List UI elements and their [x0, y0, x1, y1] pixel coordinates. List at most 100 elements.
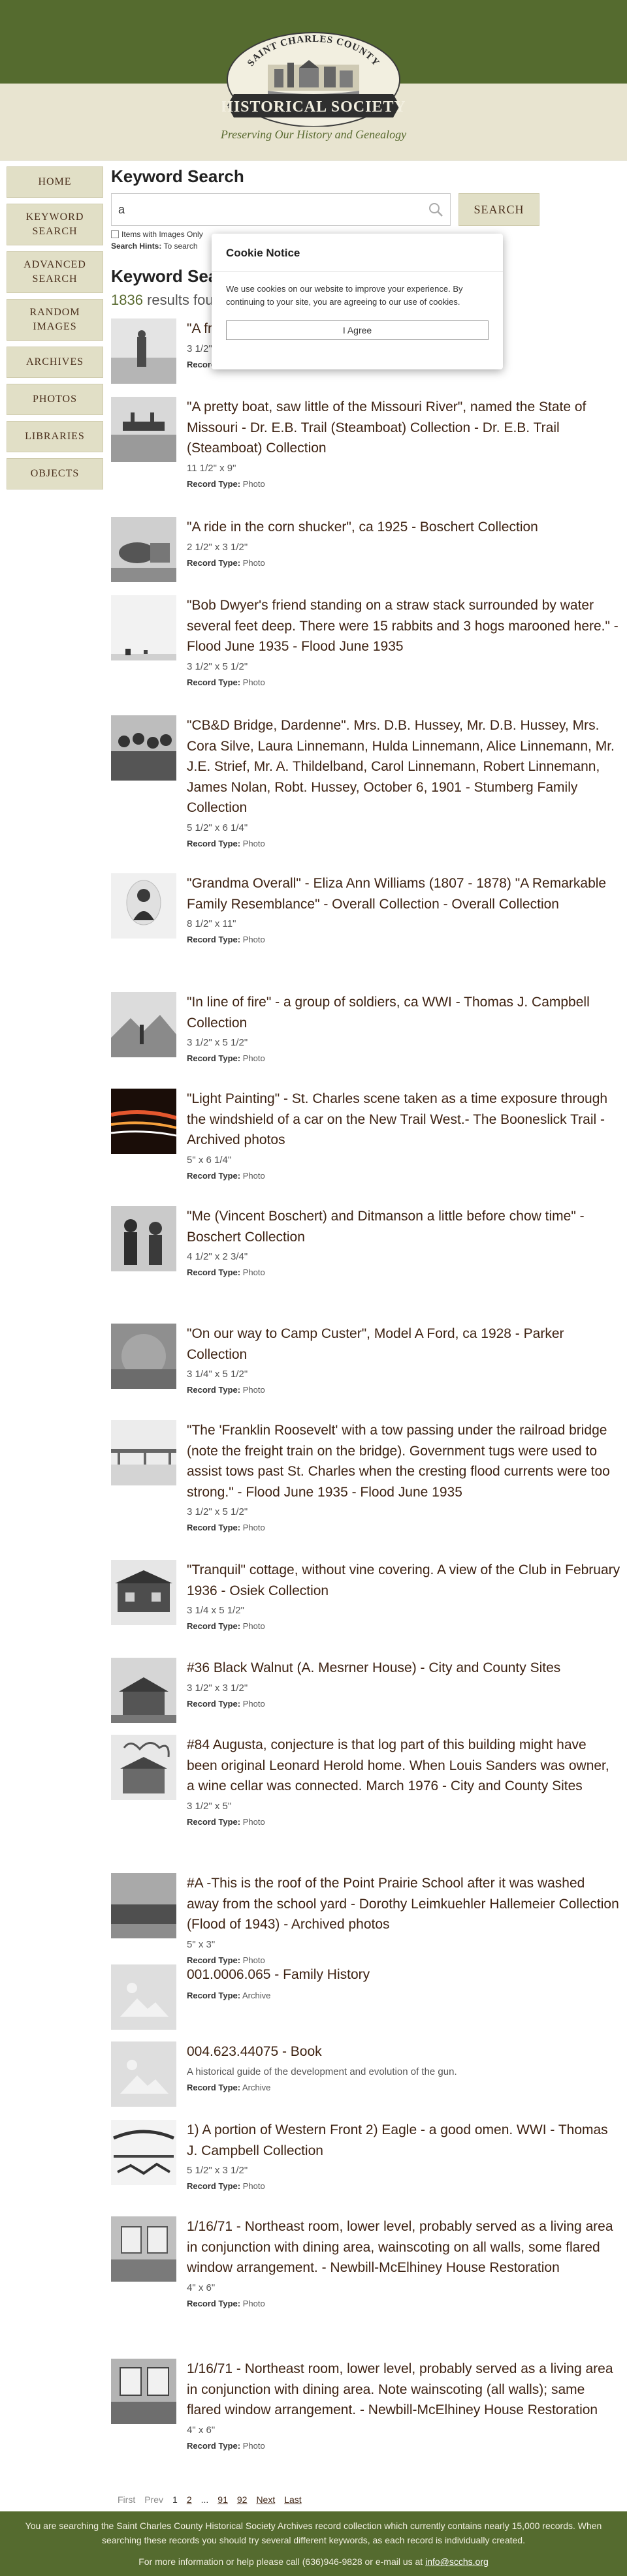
result-thumbnail[interactable] — [111, 873, 176, 939]
record-type-label: Record Type: — [187, 1267, 241, 1277]
record-type-value: Photo — [242, 2440, 265, 2451]
pagination-ellipsis: ... — [201, 2494, 209, 2505]
sidebar-nav: HOME KEYWORD SEARCH ADVANCED SEARCH RAND… — [7, 166, 103, 495]
pagination-last[interactable]: Last — [284, 2494, 301, 2505]
record-type-label: Record Type: — [187, 1053, 241, 1063]
result-thumbnail[interactable] — [111, 1658, 176, 1723]
cookie-notice-title: Cookie Notice — [226, 247, 300, 259]
record-type-label: Record Type: — [187, 2082, 241, 2092]
result-title[interactable]: "A ride in the corn shucker", ca 1925 - … — [187, 517, 620, 538]
result-title[interactable]: 001.0006.065 - Family History — [187, 1964, 620, 1985]
record-type-label: Record Type: — [187, 557, 241, 568]
result-size: 4 1/2" x 2 3/4" — [187, 1251, 248, 1262]
result-title[interactable]: "The 'Franklin Roosevelt' with a tow pas… — [187, 1420, 620, 1502]
result-thumbnail[interactable] — [111, 1206, 176, 1271]
footer-info-text: You are searching the Saint Charles Coun… — [25, 2521, 602, 2545]
sidebar-item-libraries[interactable]: LIBRARIES — [7, 421, 103, 452]
footer-contact-text: For more information or help please call… — [138, 2556, 423, 2568]
result-thumbnail[interactable] — [111, 1873, 176, 1938]
result-description: A historical guide of the development an… — [187, 2066, 457, 2077]
result-record-type: Record Type: Photo — [187, 2181, 620, 2191]
pagination-next[interactable]: Next — [256, 2494, 275, 2505]
images-only-label: Items with Images Only — [121, 230, 203, 239]
result-thumbnail[interactable] — [111, 2216, 176, 2282]
record-type-value: Photo — [242, 2181, 265, 2191]
result-title[interactable]: #36 Black Walnut (A. Mesrner House) - Ci… — [187, 1658, 620, 1679]
sidebar-item-advanced-search[interactable]: ADVANCED SEARCH — [7, 251, 103, 293]
result-size: 5" x 6 1/4" — [187, 1154, 232, 1166]
record-type-label: Record Type: — [187, 935, 241, 944]
sidebar-item-random-images[interactable]: RANDOM IMAGES — [7, 299, 103, 341]
result-title[interactable]: "Bob Dwyer's friend standing on a straw … — [187, 595, 620, 657]
search-icon[interactable] — [428, 202, 443, 221]
result-title[interactable]: "In line of fire" - a group of soldiers,… — [187, 992, 620, 1033]
result-thumbnail[interactable] — [111, 1089, 176, 1154]
footer-email-link[interactable]: info@scchs.org — [425, 2556, 489, 2567]
result-thumbnail[interactable] — [111, 1420, 176, 1485]
result-title[interactable]: 1/16/71 - Northeast room, lower level, p… — [187, 2359, 620, 2421]
result-title[interactable]: 004.623.44075 - Book — [187, 2041, 620, 2062]
pagination-page[interactable]: 92 — [237, 2494, 248, 2505]
image-placeholder-icon — [111, 1964, 176, 2030]
result-record-type: Record Type: Archive — [187, 2083, 620, 2092]
search-hints-text: To search — [163, 241, 198, 251]
result-thumbnail[interactable] — [111, 2120, 176, 2185]
result-record-type: Record Type: Photo — [187, 1621, 620, 1631]
result-thumbnail[interactable] — [111, 2359, 176, 2424]
result-size: 3 1/2" x 5 1/2" — [187, 660, 248, 672]
result-thumbnail[interactable] — [111, 517, 176, 582]
sidebar-item-photos[interactable]: PHOTOS — [7, 384, 103, 415]
result-thumbnail[interactable] — [111, 595, 176, 660]
result-record-type: Record Type: Photo — [187, 2441, 620, 2451]
pagination-page[interactable]: 91 — [217, 2494, 228, 2505]
record-type-value: Photo — [242, 478, 265, 489]
result-record-type: Record Type: Photo — [187, 1817, 620, 1827]
pagination-prev[interactable]: Prev — [144, 2494, 163, 2505]
result-record-type: Record Type: Photo — [187, 479, 620, 489]
record-type-label: Record Type: — [187, 2440, 241, 2451]
cookie-agree-button[interactable]: I Agree — [226, 320, 489, 341]
sidebar-item-keyword-search[interactable]: KEYWORD SEARCH — [7, 204, 103, 245]
result-size: 3 1/2" x 3 1/2" — [187, 1682, 248, 1694]
record-type-value: Photo — [242, 1170, 265, 1181]
result-title[interactable]: #A -This is the roof of the Point Prairi… — [187, 1873, 620, 1935]
sidebar-item-home[interactable]: HOME — [7, 166, 103, 198]
result-title[interactable]: "Light Painting" - St. Charles scene tak… — [187, 1089, 620, 1151]
result-title[interactable]: #84 Augusta, conjecture is that log part… — [187, 1735, 620, 1797]
record-type-label: Record Type: — [187, 1698, 241, 1709]
record-type-label: Record Type: — [187, 1170, 241, 1181]
pagination-first[interactable]: First — [118, 2494, 135, 2505]
result-title[interactable]: "Tranquil" cottage, without vine coverin… — [187, 1560, 620, 1601]
result-title[interactable]: "Me (Vincent Boschert) and Ditmanson a l… — [187, 1206, 620, 1247]
record-type-value: Photo — [242, 1816, 265, 1827]
result-thumbnail[interactable] — [111, 1735, 176, 1800]
result-title[interactable]: "On our way to Camp Custer", Model A For… — [187, 1324, 620, 1365]
sidebar-item-archives[interactable]: ARCHIVES — [7, 347, 103, 378]
search-input[interactable] — [112, 194, 450, 225]
search-button[interactable]: SEARCH — [458, 193, 539, 226]
result-thumbnail[interactable] — [111, 1324, 176, 1389]
pagination-page[interactable]: 2 — [187, 2494, 192, 2505]
result-thumbnail-placeholder[interactable] — [111, 1964, 176, 2030]
image-placeholder-icon — [111, 2041, 176, 2107]
result-thumbnail-placeholder[interactable] — [111, 2041, 176, 2107]
result-record-type: Record Type: Photo — [187, 2299, 620, 2308]
result-size: 4" x 6" — [187, 2282, 216, 2293]
result-thumbnail[interactable] — [111, 397, 176, 462]
result-record-type: Record Type: Photo — [187, 1267, 620, 1277]
images-only-checkbox[interactable] — [111, 230, 119, 238]
result-title[interactable]: 1/16/71 - Northeast room, lower level, p… — [187, 2216, 620, 2278]
result-thumbnail[interactable] — [111, 992, 176, 1057]
result-title[interactable]: "CB&D Bridge, Dardenne". Mrs. D.B. Husse… — [187, 715, 620, 818]
result-size: 5 1/2" x 3 1/2" — [187, 2165, 248, 2176]
result-thumbnail[interactable] — [111, 715, 176, 781]
result-title[interactable]: 1) A portion of Western Front 2) Eagle -… — [187, 2120, 620, 2161]
sidebar-item-objects[interactable]: OBJECTS — [7, 458, 103, 489]
result-record-type: Record Type: Archive — [187, 1991, 620, 2000]
search-hints-label: Search Hints: — [111, 241, 162, 251]
record-type-value: Photo — [242, 1621, 265, 1631]
result-title[interactable]: "Grandma Overall" - Eliza Ann Williams (… — [187, 873, 620, 914]
result-title[interactable]: "A pretty boat, saw little of the Missou… — [187, 397, 620, 459]
result-thumbnail[interactable] — [111, 1560, 176, 1625]
result-thumbnail[interactable] — [111, 318, 176, 384]
